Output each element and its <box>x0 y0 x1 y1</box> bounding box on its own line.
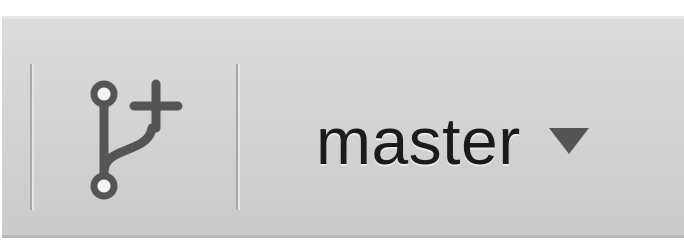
triangle-down-icon <box>547 126 591 156</box>
toolbar: master <box>2 16 684 238</box>
git-branch-add-icon <box>82 76 192 206</box>
toolbar-highlight <box>2 16 684 19</box>
toolbar-divider-right <box>236 64 240 210</box>
window-frame: master <box>0 0 684 246</box>
current-branch-label: master <box>316 104 521 178</box>
toolbar-divider-left <box>30 64 34 210</box>
branch-selector[interactable]: master <box>302 86 642 196</box>
new-branch-button[interactable] <box>62 71 212 211</box>
